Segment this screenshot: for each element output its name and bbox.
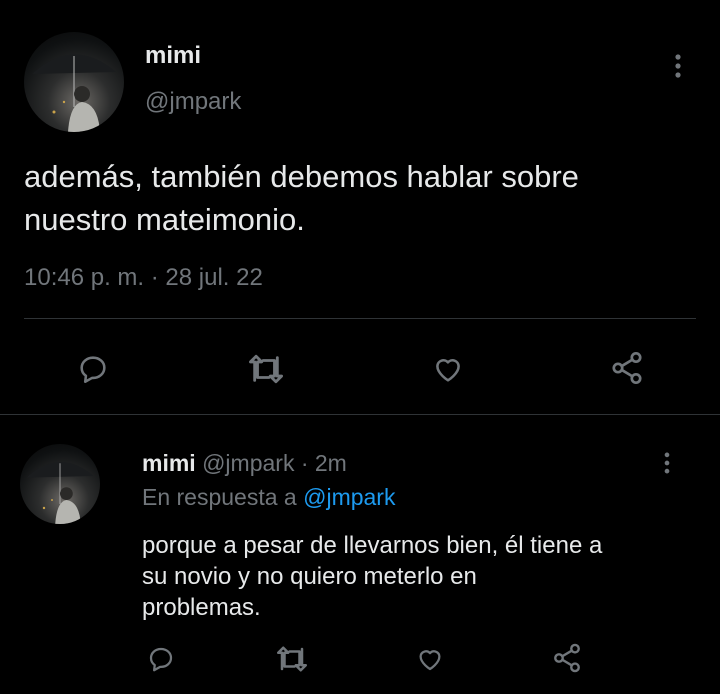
replying-to-label: En respuesta a bbox=[142, 484, 304, 510]
avatar[interactable] bbox=[20, 444, 100, 524]
retweet-icon[interactable] bbox=[274, 644, 310, 674]
tweet-text: además, también debemos hablar sobre nue… bbox=[24, 155, 579, 241]
replying-to: En respuesta a @jmpark bbox=[142, 484, 395, 511]
reply-text-line: problemas. bbox=[142, 594, 261, 621]
avatar-image bbox=[32, 54, 116, 132]
reply-header: mimi @jmpark · 2m bbox=[142, 450, 347, 477]
divider bbox=[0, 414, 720, 415]
reply-icon[interactable] bbox=[146, 644, 176, 674]
author-handle[interactable]: @jmpark bbox=[145, 88, 241, 116]
divider bbox=[24, 318, 696, 319]
share-icon[interactable] bbox=[608, 350, 646, 386]
like-icon[interactable] bbox=[430, 352, 466, 386]
tweet-timestamp[interactable]: 10:46 p. m. · 28 jul. 22 bbox=[24, 264, 263, 292]
author-handle[interactable]: @jmpark · 2m bbox=[202, 450, 347, 476]
avatar-image bbox=[26, 461, 94, 524]
reply-text-line: su novio y no quiero meterlo en bbox=[142, 563, 477, 590]
more-vertical-icon[interactable] bbox=[658, 450, 676, 476]
avatar[interactable] bbox=[24, 32, 124, 132]
reply-icon[interactable] bbox=[76, 352, 110, 386]
tweet-text-line: nuestro mateimonio. bbox=[24, 202, 305, 237]
share-icon[interactable] bbox=[550, 642, 584, 674]
retweet-icon[interactable] bbox=[246, 352, 286, 386]
replying-to-handle[interactable]: @jmpark bbox=[303, 484, 395, 510]
reply-text: porque a pesar de llevarnos bien, él tie… bbox=[142, 530, 602, 623]
tweet-text-line: además, también debemos hablar sobre bbox=[24, 159, 579, 194]
reply-text-line: porque a pesar de llevarnos bien, él tie… bbox=[142, 532, 603, 559]
like-icon[interactable] bbox=[414, 644, 446, 674]
author-name[interactable]: mimi bbox=[145, 42, 201, 70]
more-vertical-icon[interactable] bbox=[668, 52, 688, 80]
author-name[interactable]: mimi bbox=[142, 450, 196, 476]
